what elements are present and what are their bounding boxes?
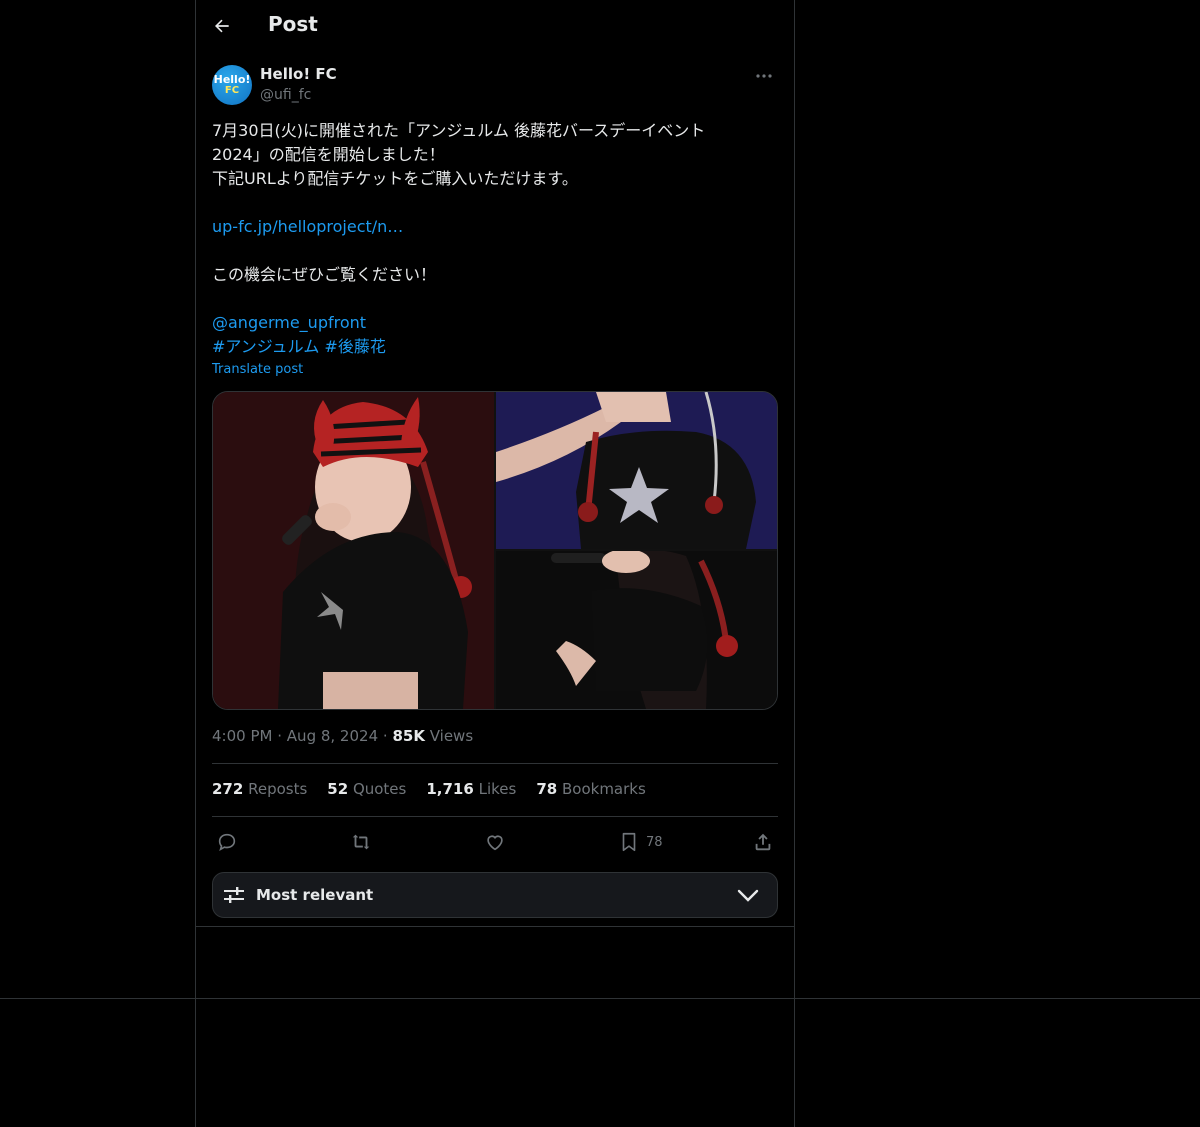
post-photo[interactable] xyxy=(496,392,777,549)
reply-button[interactable] xyxy=(216,830,238,854)
sort-label: Most relevant xyxy=(256,886,374,904)
avatar-text: Hello! xyxy=(213,73,251,86)
reposts-label: Reposts xyxy=(248,780,308,798)
post-text-line xyxy=(212,191,778,215)
post-text: 7月30日(火)に開催された「アンジュルム 後藤花バースデーイベント 2024」… xyxy=(212,119,778,359)
post-text-line: 2024」の配信を開始しました！ xyxy=(212,145,445,164)
translate-post-link[interactable]: Translate post xyxy=(212,362,303,377)
media-grid xyxy=(212,391,778,710)
avatar-text: FC xyxy=(224,85,240,96)
action-bar: 78 xyxy=(212,828,778,856)
bookmarks-stat[interactable]: 78 Bookmarks xyxy=(536,780,645,798)
top-bar: Post xyxy=(196,0,794,53)
share-icon xyxy=(755,833,771,851)
post-photo[interactable] xyxy=(496,551,777,709)
photo-illustration xyxy=(496,551,777,709)
divider xyxy=(195,926,795,927)
post-time[interactable]: 4:00 PM xyxy=(212,727,272,745)
chevron-down-icon xyxy=(737,889,759,902)
back-arrow-icon xyxy=(215,19,229,33)
views-label: Views xyxy=(429,727,474,745)
page-title: Post xyxy=(268,12,318,36)
back-button[interactable] xyxy=(208,12,236,40)
more-button[interactable] xyxy=(752,68,776,84)
likes-count: 1,716 xyxy=(426,780,474,798)
author-name[interactable]: Hello! FC xyxy=(260,65,337,83)
post-text-line xyxy=(212,287,778,311)
bookmark-icon xyxy=(622,832,636,852)
hashtag-link[interactable]: #アンジュルム xyxy=(212,337,319,356)
divider xyxy=(0,998,1200,999)
share-button[interactable] xyxy=(752,830,774,854)
post-text-line: 下記URLより配信チケットをご購入いただけます。 xyxy=(212,169,578,188)
more-icon xyxy=(756,74,772,78)
quotes-label: Quotes xyxy=(352,780,407,798)
post-meta: 4:00 PM · Aug 8, 2024 · 85K Views xyxy=(212,727,473,745)
post-text-line xyxy=(212,239,778,263)
like-icon xyxy=(487,835,503,851)
post-photo[interactable] xyxy=(213,392,494,709)
author-handle[interactable]: @ufi_fc xyxy=(260,87,311,103)
reply-icon xyxy=(218,833,236,852)
reposts-stat[interactable]: 272 Reposts xyxy=(212,780,307,798)
sort-replies-dropdown[interactable]: Most relevant xyxy=(212,872,778,918)
meta-separator: · xyxy=(277,727,283,745)
like-button[interactable] xyxy=(484,830,506,854)
post-text-line: 7月30日(火)に開催された「アンジュルム 後藤花バースデーイベント xyxy=(212,121,706,140)
likes-label: Likes xyxy=(478,780,517,798)
bookmarks-label: Bookmarks xyxy=(561,780,646,798)
avatar[interactable]: Hello! FC xyxy=(212,65,252,105)
post-text-line: この機会にぜひご覧ください！ xyxy=(212,265,437,284)
repost-button[interactable] xyxy=(350,830,372,854)
divider xyxy=(212,816,778,817)
likes-stat[interactable]: 1,716 Likes xyxy=(426,780,516,798)
post-date[interactable]: Aug 8, 2024 xyxy=(287,727,378,745)
divider xyxy=(212,763,778,764)
bookmark-count: 78 xyxy=(646,834,663,850)
photo-illustration xyxy=(496,392,777,549)
sliders-icon xyxy=(224,887,244,903)
bookmark-button[interactable]: 78 xyxy=(618,830,663,854)
meta-separator: · xyxy=(382,727,388,745)
repost-icon xyxy=(352,834,370,850)
photo-illustration xyxy=(213,392,494,709)
views-count: 85K xyxy=(392,727,425,745)
mention-link[interactable]: @angerme_upfront xyxy=(212,313,366,332)
reposts-count: 272 xyxy=(212,780,244,798)
left-column-border xyxy=(195,0,196,1127)
bookmarks-count: 78 xyxy=(536,780,558,798)
right-column-border xyxy=(794,0,795,1127)
post-author: Hello! FC Hello! FC @ufi_fc xyxy=(212,64,778,108)
post-stats: 272 Reposts 52 Quotes 1,716 Likes 78 Boo… xyxy=(212,780,646,798)
post-link[interactable]: up-fc.jp/helloproject/n… xyxy=(212,217,403,236)
hashtag-link[interactable]: #後藤花 xyxy=(324,337,385,356)
quotes-stat[interactable]: 52 Quotes xyxy=(327,780,406,798)
quotes-count: 52 xyxy=(327,780,349,798)
